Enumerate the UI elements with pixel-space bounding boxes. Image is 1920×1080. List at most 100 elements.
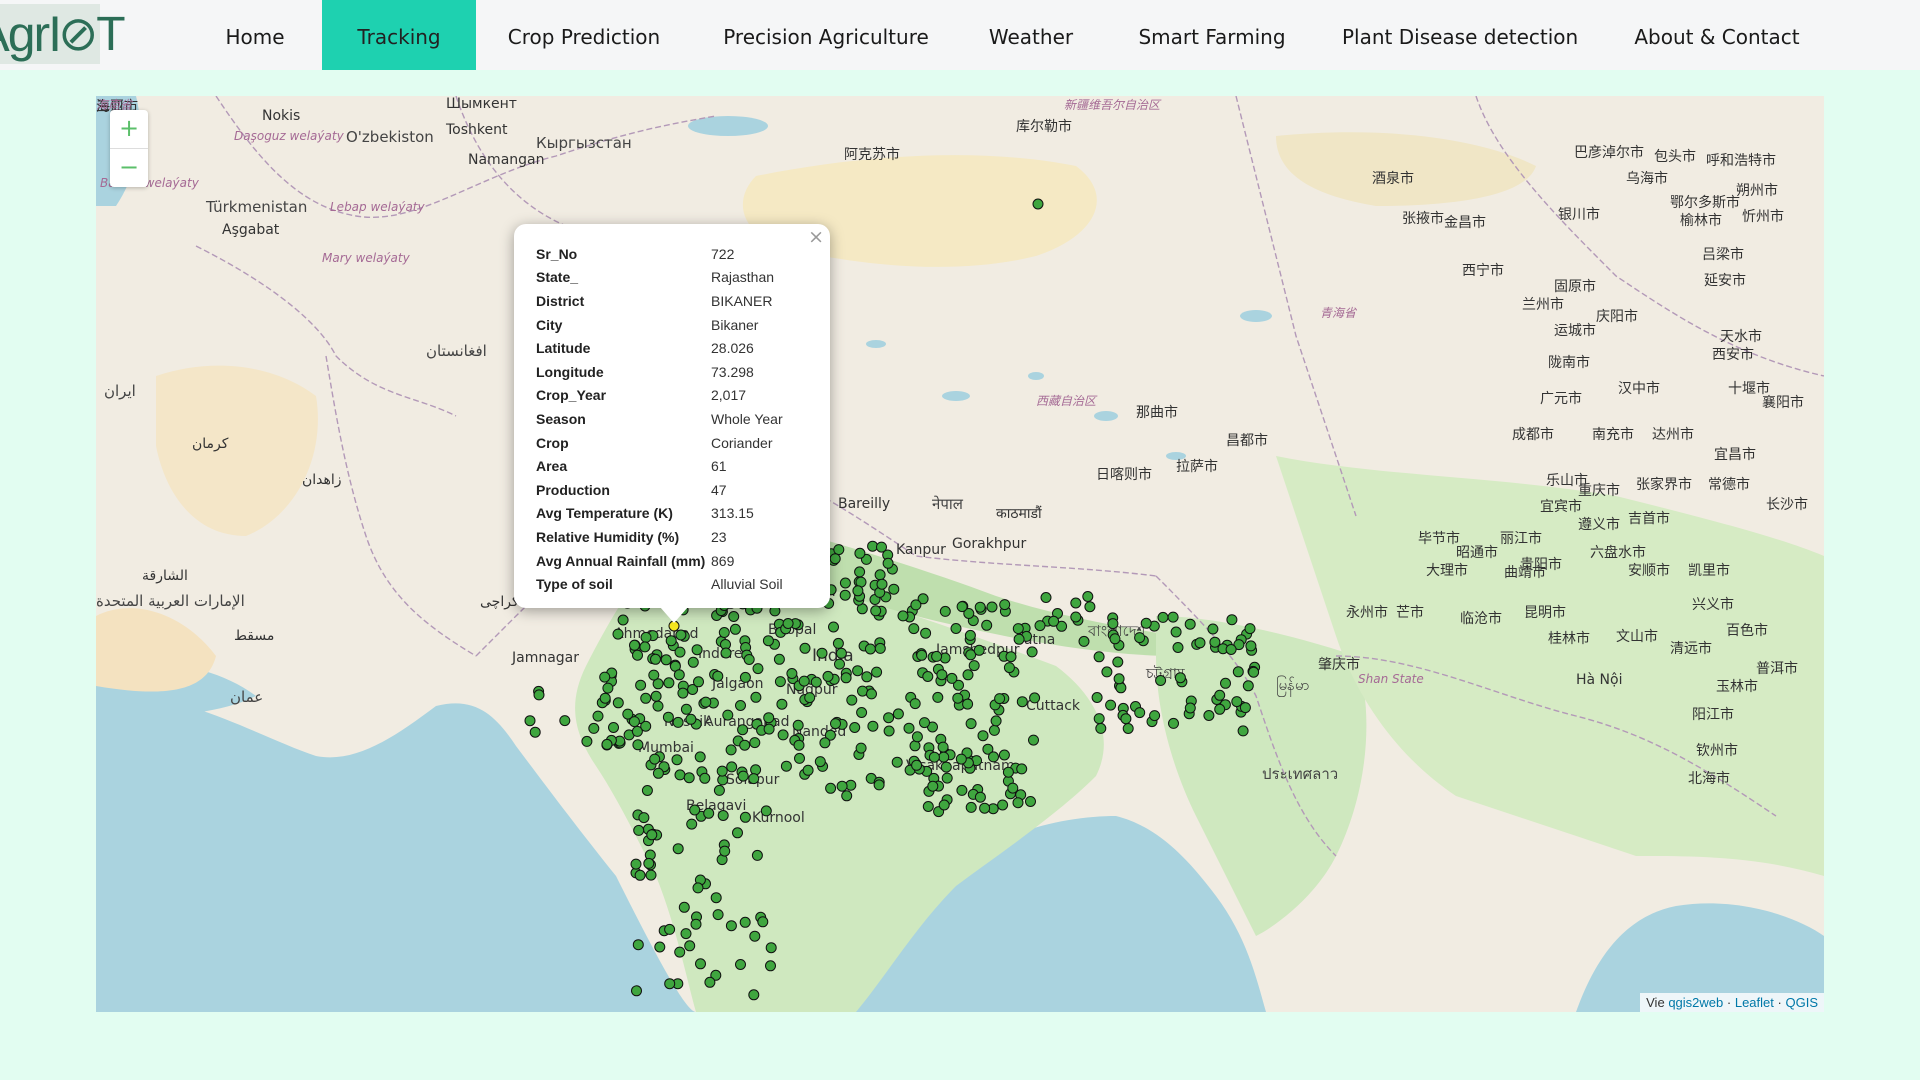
station-marker[interactable] [735,700,746,711]
station-marker[interactable] [652,700,664,712]
station-marker[interactable] [1084,601,1096,613]
station-marker[interactable] [602,682,614,694]
station-marker[interactable] [1028,734,1039,746]
station-marker[interactable] [1005,651,1017,663]
station-marker[interactable] [1220,677,1231,689]
station-marker[interactable] [840,672,852,684]
station-marker[interactable] [1093,713,1105,725]
station-marker[interactable] [988,751,999,763]
station-marker[interactable] [712,909,724,921]
station-marker[interactable] [1244,623,1256,635]
station-marker[interactable] [968,660,980,672]
station-marker[interactable] [876,578,888,590]
station-marker[interactable] [749,737,761,749]
station-marker[interactable] [1157,611,1169,623]
station-marker[interactable] [617,614,629,626]
station-marker[interactable] [1245,640,1257,652]
station-marker[interactable] [937,741,949,753]
station-marker[interactable] [1140,617,1152,629]
station-marker[interactable] [938,751,950,763]
station-marker[interactable] [994,693,1006,705]
station-marker[interactable] [673,669,685,681]
station-marker[interactable] [685,713,697,725]
station-marker[interactable] [635,679,647,691]
station-marker[interactable] [836,780,848,792]
station-marker[interactable] [919,717,930,729]
station-marker[interactable] [814,756,826,768]
station-marker[interactable] [674,946,686,958]
station-marker[interactable] [640,631,652,643]
station-marker[interactable] [979,802,991,814]
station-marker[interactable] [1048,615,1060,627]
station-marker[interactable] [973,644,985,656]
station-marker[interactable] [726,761,738,773]
station-marker[interactable] [852,585,864,597]
station-marker[interactable] [931,650,943,662]
station-marker[interactable] [990,715,1002,727]
station-marker[interactable] [916,649,928,661]
nav-about-contact[interactable]: About & Contact [1628,0,1806,70]
station-marker[interactable] [883,712,895,724]
station-marker[interactable] [874,642,886,654]
station-marker[interactable] [839,577,851,589]
station-marker[interactable] [864,643,876,655]
station-marker[interactable] [841,790,853,802]
station-marker[interactable] [977,730,989,742]
station-marker[interactable] [998,749,1010,761]
station-marker[interactable] [922,671,934,682]
station-marker[interactable] [810,676,822,688]
station-marker[interactable] [1016,696,1028,708]
station-marker[interactable] [728,611,740,622]
zoom-in-button[interactable]: + [110,110,148,148]
station-marker[interactable] [750,691,762,703]
station-marker[interactable] [1095,722,1107,734]
station-marker[interactable] [639,641,651,653]
station-marker[interactable] [780,760,792,772]
station-marker[interactable] [816,647,828,659]
station-marker[interactable] [804,692,816,704]
station-marker[interactable] [671,754,683,766]
station-marker[interactable] [793,739,805,751]
station-marker[interactable] [638,812,650,824]
station-marker[interactable] [946,672,958,684]
station-marker[interactable] [643,857,655,869]
station-marker[interactable] [997,799,1009,811]
station-marker[interactable] [748,989,760,1001]
station-marker[interactable] [691,644,703,656]
station-marker[interactable] [660,654,672,666]
station-marker[interactable] [911,759,923,771]
station-marker[interactable] [743,654,755,665]
nav-tracking[interactable]: Tracking [322,0,476,70]
zoom-out-button[interactable]: − [110,148,148,187]
station-marker[interactable] [751,849,763,861]
station-marker[interactable] [867,720,879,732]
station-marker[interactable] [955,753,967,765]
station-marker[interactable] [1032,198,1044,210]
station-marker[interactable] [846,694,858,706]
station-marker[interactable] [962,698,974,710]
station-marker[interactable] [870,605,882,617]
station-marker[interactable] [641,785,653,796]
station-marker[interactable] [725,920,737,932]
station-marker[interactable] [729,623,741,635]
station-marker[interactable] [988,724,1000,736]
station-marker[interactable] [1239,702,1251,714]
station-marker[interactable] [722,709,734,721]
station-marker[interactable] [683,772,695,784]
station-marker[interactable] [922,801,934,812]
station-marker[interactable] [765,942,777,954]
station-marker[interactable] [839,589,851,601]
station-marker[interactable] [704,976,716,988]
station-marker[interactable] [1214,703,1226,715]
station-marker[interactable] [739,916,751,928]
station-marker[interactable] [782,618,794,629]
station-marker[interactable] [1112,656,1124,668]
attribution-link-qgis2web[interactable]: qgis2web [1668,995,1723,1010]
station-marker[interactable] [1070,611,1082,623]
station-marker[interactable] [1149,710,1161,722]
station-marker[interactable] [634,869,646,881]
station-marker[interactable] [1184,702,1196,714]
station-marker[interactable] [713,784,725,796]
station-marker[interactable] [1242,680,1254,692]
station-marker[interactable] [974,601,986,613]
